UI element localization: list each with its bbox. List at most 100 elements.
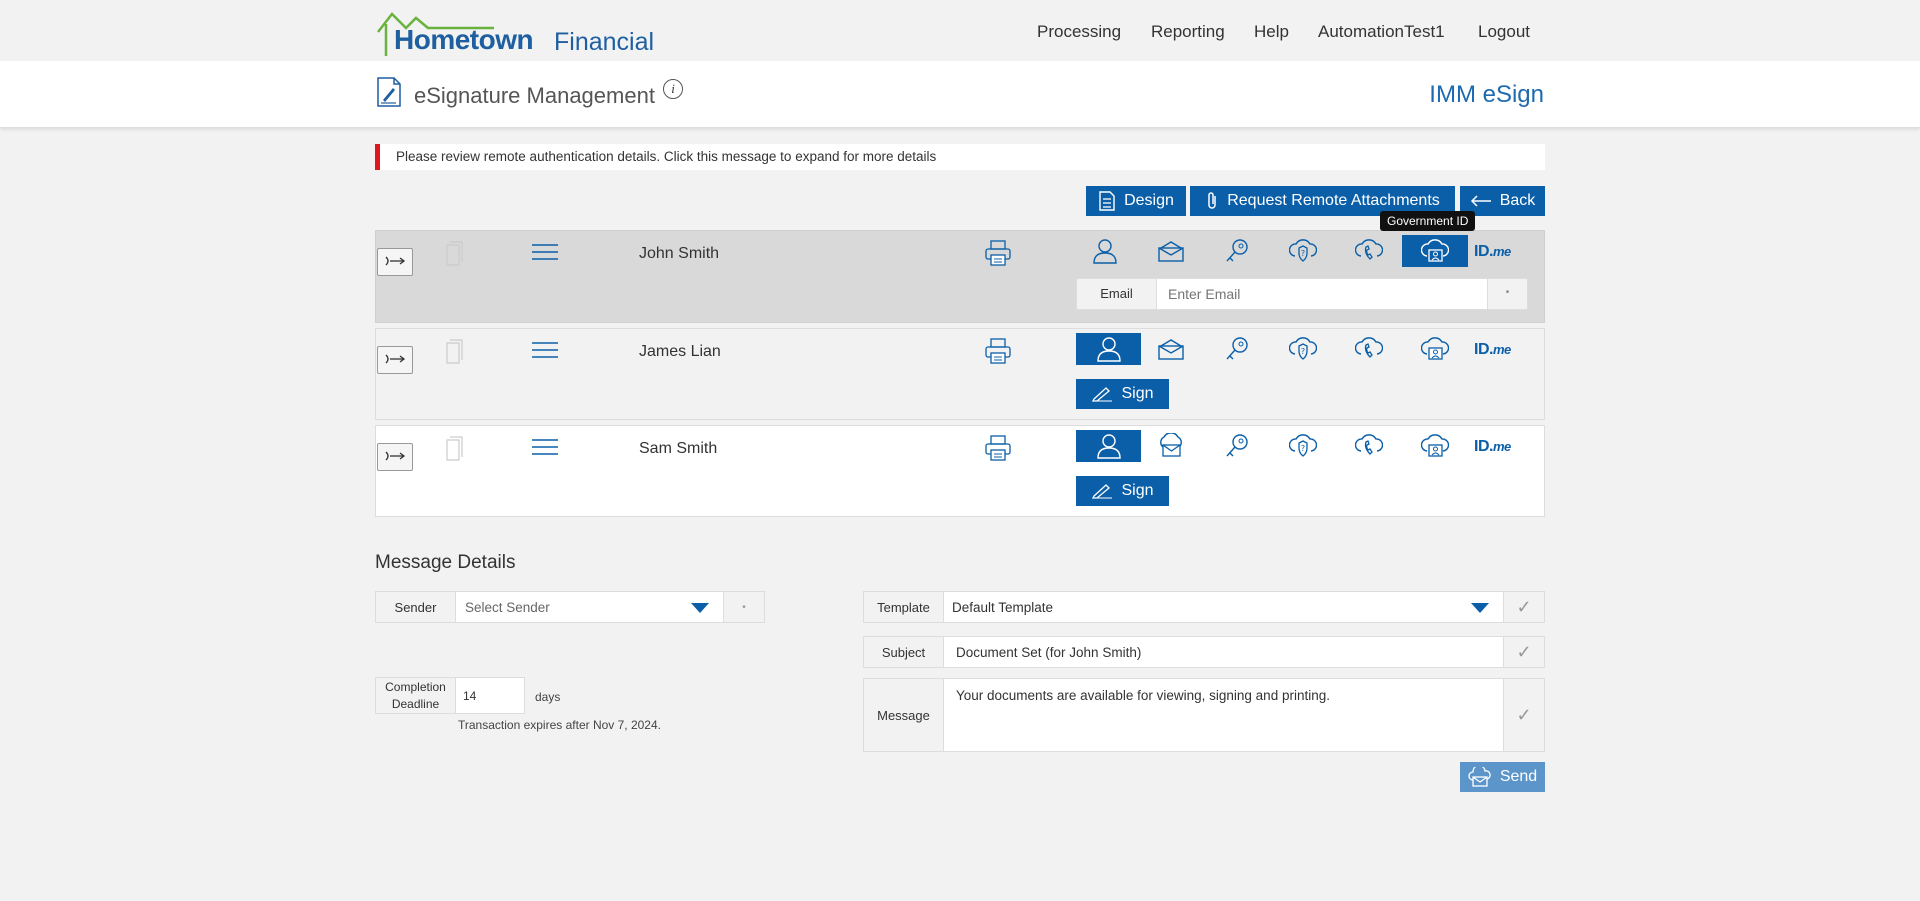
recipient-row[interactable]: Sam Smith ? ID.me Sign (375, 425, 1545, 517)
paperclip-icon (1208, 192, 1216, 209)
auth-phone-icon[interactable] (1336, 333, 1402, 365)
auth-security-question-icon[interactable]: ? (1270, 333, 1336, 365)
email-label: Email (1077, 279, 1157, 309)
auth-user-icon[interactable] (1072, 235, 1138, 267)
sign-button[interactable]: Sign (1076, 476, 1169, 506)
message-check-icon[interactable]: ✓ (1503, 679, 1544, 751)
back-button-label: Back (1499, 192, 1536, 209)
printer-icon[interactable] (984, 434, 1012, 462)
message-label: Message (864, 679, 944, 751)
auth-government-id-icon[interactable] (1402, 430, 1468, 462)
chevron-down-icon[interactable] (691, 603, 709, 613)
product-brand: IMM eSign (1429, 81, 1544, 108)
page-header: eSignature Management i IMM eSign (0, 61, 1920, 128)
auth-idme-icon[interactable]: ID.me (1474, 438, 1511, 456)
auth-email-icon[interactable] (1138, 235, 1204, 267)
message-details-title: Message Details (375, 552, 516, 573)
nav-user-account[interactable]: AutomationTest1 (1318, 22, 1445, 42)
auth-idme-icon[interactable]: ID.me (1474, 341, 1511, 359)
subject-input[interactable]: Document Set (for John Smith) (956, 645, 1141, 660)
routing-button[interactable] (377, 346, 413, 374)
auth-key-icon[interactable] (1204, 430, 1270, 462)
routing-button[interactable] (377, 443, 413, 471)
cloud-mail-icon (1468, 767, 1491, 787)
auth-email-icon[interactable] (1138, 430, 1204, 462)
auth-key-icon[interactable] (1204, 235, 1270, 267)
design-button[interactable]: Design (1086, 186, 1186, 216)
template-check-icon[interactable]: ✓ (1503, 592, 1544, 622)
route-arrow-icon (385, 451, 406, 460)
pen-sign-icon (1092, 387, 1113, 402)
auth-user-icon[interactable] (1076, 430, 1141, 462)
recipient-name: James Lian (639, 343, 721, 360)
chevron-down-icon[interactable] (1471, 603, 1489, 613)
request-attachments-label: Request Remote Attachments (1227, 192, 1440, 209)
sign-button-label: Sign (1121, 385, 1154, 402)
completion-deadline-field: Completion Deadline 14 (375, 677, 525, 714)
completion-deadline-label: Completion Deadline (376, 678, 456, 713)
svg-text:?: ? (1301, 444, 1305, 453)
sign-button-label: Sign (1121, 482, 1154, 499)
template-select[interactable]: Default Template (952, 600, 1053, 615)
document-sign-icon (377, 77, 401, 107)
auth-security-question-icon[interactable]: ? (1270, 430, 1336, 462)
auth-idme-icon[interactable]: ID.me (1474, 243, 1511, 261)
government-id-tooltip: Government ID (1380, 211, 1476, 231)
auth-key-icon[interactable] (1204, 333, 1270, 365)
sender-options-button[interactable]: • (723, 592, 764, 622)
svg-text:?: ? (1301, 249, 1305, 258)
deadline-unit: days (535, 690, 561, 704)
route-arrow-icon (385, 354, 406, 363)
message-textarea[interactable]: Your documents are available for viewing… (956, 688, 1330, 703)
menu-lines-icon[interactable] (532, 341, 558, 359)
auth-email-icon[interactable] (1138, 333, 1204, 365)
routing-button[interactable] (377, 248, 413, 276)
hometown-financial-logo[interactable]: Hometown Financial (376, 10, 656, 58)
send-button[interactable]: Send (1460, 762, 1545, 792)
nav-processing[interactable]: Processing (1037, 22, 1121, 42)
recipient-row[interactable]: James Lian ? ID.me Sign (375, 328, 1545, 420)
remote-auth-alert[interactable]: Please review remote authentication deta… (375, 144, 1545, 170)
sender-field: Sender Select Sender • (375, 591, 765, 623)
nav-logout[interactable]: Logout (1478, 22, 1530, 42)
logo-word-secondary: Financial (554, 28, 655, 56)
printer-icon[interactable] (984, 239, 1012, 267)
recipient-name: Sam Smith (639, 440, 718, 457)
printer-icon[interactable] (984, 337, 1012, 365)
email-options-button[interactable]: • (1487, 279, 1527, 309)
template-field: Template Default Template ✓ (863, 591, 1545, 623)
recipient-row[interactable]: John Smith ? ID.me Email • (375, 230, 1545, 323)
auth-government-id-icon[interactable] (1402, 235, 1468, 267)
subject-field: Subject Document Set (for John Smith) ✓ (863, 636, 1545, 668)
top-bar: Hometown Financial Processing Reporting … (0, 0, 1920, 61)
auth-government-id-icon[interactable] (1402, 333, 1468, 365)
document-pages-icon (446, 241, 463, 266)
info-icon[interactable]: i (663, 79, 683, 99)
sign-button[interactable]: Sign (1076, 379, 1169, 409)
document-pages-icon (446, 339, 463, 364)
recipient-name: John Smith (639, 245, 720, 262)
message-field: Message Your documents are available for… (863, 678, 1545, 752)
document-pages-icon (446, 436, 463, 461)
arrow-left-icon (1470, 195, 1491, 207)
menu-lines-icon[interactable] (532, 243, 558, 261)
sender-select[interactable]: Select Sender (465, 600, 550, 615)
expiration-note: Transaction expires after Nov 7, 2024. (458, 718, 661, 732)
nav-help[interactable]: Help (1254, 22, 1289, 42)
nav-reporting[interactable]: Reporting (1151, 22, 1225, 42)
design-button-label: Design (1124, 192, 1174, 209)
auth-security-question-icon[interactable]: ? (1270, 235, 1336, 267)
email-input[interactable] (1158, 279, 1488, 309)
page-title: eSignature Management (414, 83, 655, 108)
auth-phone-icon[interactable] (1336, 235, 1402, 267)
auth-phone-icon[interactable] (1336, 430, 1402, 462)
menu-lines-icon[interactable] (532, 438, 558, 456)
auth-user-icon[interactable] (1076, 333, 1141, 365)
completion-deadline-input[interactable]: 14 (463, 689, 476, 703)
logo-word-primary: Hometown (394, 24, 534, 55)
svg-text:?: ? (1301, 347, 1305, 356)
pen-sign-icon (1092, 484, 1113, 499)
subject-check-icon[interactable]: ✓ (1503, 637, 1544, 667)
route-arrow-icon (385, 256, 406, 265)
subject-label: Subject (864, 637, 944, 667)
